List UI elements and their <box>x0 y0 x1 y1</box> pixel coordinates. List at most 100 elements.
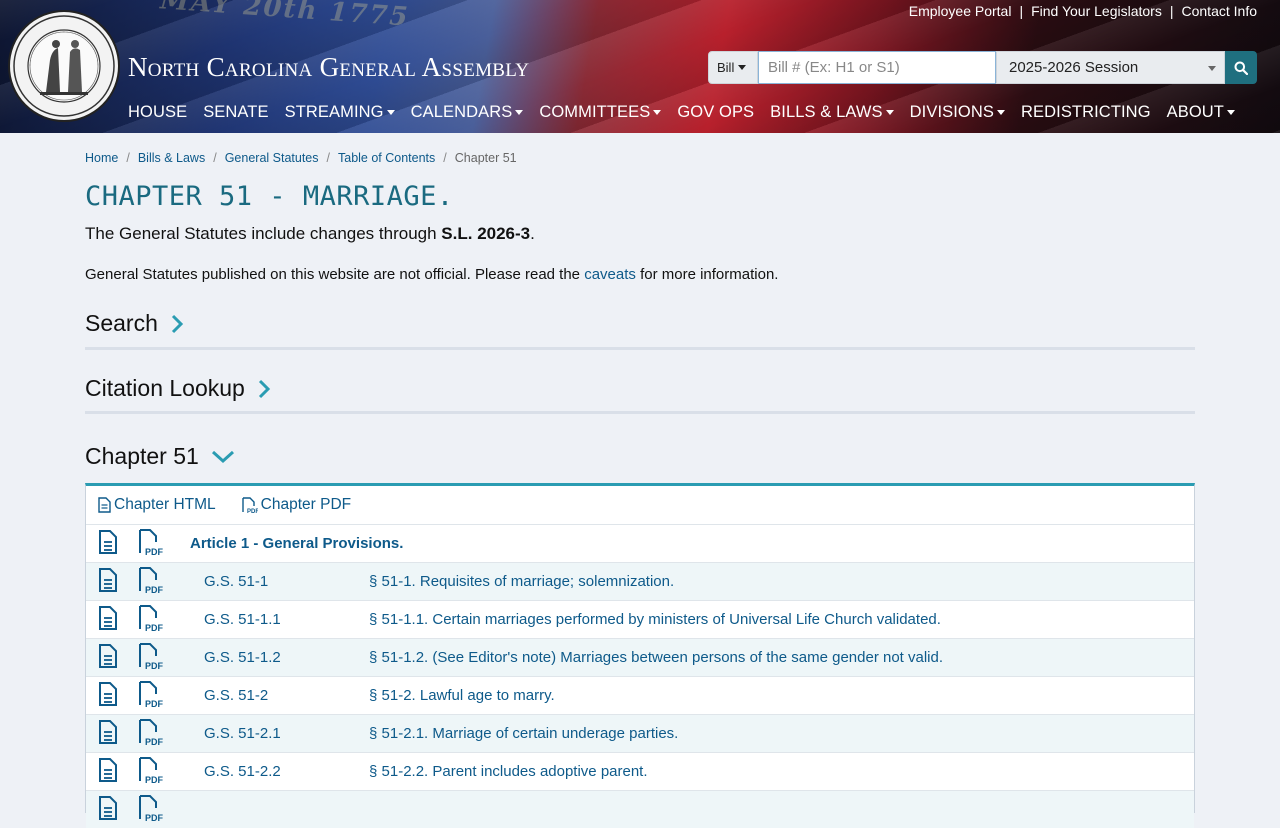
section-link[interactable]: § 51-1.2. (See Editor's note) Marriages … <box>369 649 943 666</box>
section-link[interactable]: § 51-1. Requisites of marriage; solemniz… <box>369 573 674 590</box>
nav-label: BILLS & LAWS <box>770 103 882 121</box>
section-cell: § 51-2. Lawful age to marry. <box>369 677 1194 715</box>
section-link[interactable]: § 51-1.1. Certain marriages performed by… <box>369 611 941 628</box>
gs-number[interactable]: G.S. 51-2 <box>190 677 369 715</box>
article-link[interactable]: Article 1 - General Provisions. <box>190 535 403 552</box>
chapter-pdf-link[interactable]: PDF Chapter PDF <box>242 496 351 514</box>
search-type-label: Bill <box>717 60 734 75</box>
file-text-icon[interactable] <box>98 618 118 635</box>
search-type-dropdown[interactable]: Bill <box>708 51 758 84</box>
breadcrumb-current: Chapter 51 <box>455 151 517 165</box>
section-link[interactable]: § 51-2.1. Marriage of certain underage p… <box>369 725 678 742</box>
chevron-right-icon <box>170 313 184 335</box>
html-cell <box>86 563 138 601</box>
gs-number[interactable]: G.S. 51-1.1 <box>190 601 369 639</box>
disclaimer-suffix: for more information. <box>636 266 779 283</box>
file-pdf-icon[interactable]: PDF <box>138 809 164 826</box>
gs-number[interactable] <box>190 791 369 828</box>
page-title: CHAPTER 51 - MARRIAGE. <box>85 181 454 212</box>
nav-house[interactable]: HOUSE <box>128 103 187 122</box>
chapter-html-link[interactable]: Chapter HTML <box>98 496 216 514</box>
section-cell <box>369 791 1194 828</box>
chapter-section-toggle[interactable]: Chapter 51 <box>85 443 235 470</box>
chevron-down-icon <box>1227 110 1235 115</box>
table-row: PDF G.S. 51-1.1 § 51-1.1. Certain marria… <box>86 601 1194 639</box>
nav-committees[interactable]: COMMITTEES <box>539 103 661 122</box>
pdf-cell: PDF <box>138 639 190 677</box>
nav-redistricting[interactable]: REDISTRICTING <box>1021 103 1151 122</box>
search-section-toggle[interactable]: Search <box>85 310 184 337</box>
file-pdf-icon[interactable]: PDF <box>138 619 164 636</box>
pdf-cell: PDF <box>138 677 190 715</box>
breadcrumb-bills-laws[interactable]: Bills & Laws <box>138 151 205 165</box>
changes-prefix: The General Statutes include changes thr… <box>85 224 441 243</box>
gs-number[interactable]: G.S. 51-2.2 <box>190 753 369 791</box>
top-links: Employee Portal | Find Your Legislators … <box>909 3 1257 19</box>
nav-gov-ops[interactable]: GOV OPS <box>677 103 754 122</box>
file-text-icon[interactable] <box>98 732 118 749</box>
state-seal-logo[interactable] <box>8 10 120 122</box>
nav-bills-laws[interactable]: BILLS & LAWS <box>770 103 893 122</box>
chapter-download-bar: Chapter HTML PDF Chapter PDF <box>86 486 1194 524</box>
contact-info-link[interactable]: Contact Info <box>1182 3 1258 19</box>
file-text-icon[interactable] <box>98 770 118 787</box>
session-select[interactable]: 2025-2026 Session <box>996 51 1225 84</box>
nav-streaming[interactable]: STREAMING <box>285 103 395 122</box>
breadcrumb-table-of-contents[interactable]: Table of Contents <box>338 151 435 165</box>
nav-divisions[interactable]: DIVISIONS <box>910 103 1005 122</box>
citation-lookup-toggle[interactable]: Citation Lookup <box>85 375 271 402</box>
section-link[interactable]: § 51-2.2. Parent includes adoptive paren… <box>369 763 648 780</box>
gs-number[interactable]: G.S. 51-2.1 <box>190 715 369 753</box>
nav-label: SENATE <box>203 103 268 121</box>
chapter-html-label: Chapter HTML <box>114 496 216 514</box>
gs-number[interactable]: G.S. 51-1 <box>190 563 369 601</box>
file-pdf-icon[interactable]: PDF <box>138 543 164 560</box>
article-row: PDF Article 1 - General Provisions. <box>86 525 1194 563</box>
article-cell: Article 1 - General Provisions. <box>190 525 1194 563</box>
breadcrumb-separator: / <box>327 151 330 165</box>
chapter-pdf-label: Chapter PDF <box>261 496 351 514</box>
file-pdf-icon[interactable]: PDF <box>138 581 164 598</box>
employee-portal-link[interactable]: Employee Portal <box>909 3 1012 19</box>
search-section-title: Search <box>85 310 158 337</box>
nav-senate[interactable]: SENATE <box>203 103 268 122</box>
html-cell <box>86 639 138 677</box>
chevron-down-icon <box>387 110 395 115</box>
file-text-icon[interactable] <box>98 542 118 559</box>
find-legislators-link[interactable]: Find Your Legislators <box>1031 3 1162 19</box>
file-text-icon[interactable] <box>98 580 118 597</box>
chevron-down-icon <box>886 110 894 115</box>
section-divider <box>85 411 1195 414</box>
nav-label: STREAMING <box>285 103 384 121</box>
file-pdf-icon[interactable]: PDF <box>138 733 164 750</box>
pdf-cell: PDF <box>138 715 190 753</box>
site-title[interactable]: North Carolina General Assembly <box>128 52 529 83</box>
changes-note: The General Statutes include changes thr… <box>85 224 535 244</box>
caveats-link[interactable]: caveats <box>584 266 636 283</box>
file-text-icon[interactable] <box>98 694 118 711</box>
section-link[interactable]: § 51-2. Lawful age to marry. <box>369 687 555 704</box>
chevron-down-icon <box>211 449 235 465</box>
separator: | <box>1019 3 1023 19</box>
html-cell <box>86 753 138 791</box>
nav-calendars[interactable]: CALENDARS <box>411 103 524 122</box>
file-pdf-icon[interactable]: PDF <box>138 695 164 712</box>
file-pdf-icon[interactable]: PDF <box>138 657 164 674</box>
section-cell: § 51-1.1. Certain marriages performed by… <box>369 601 1194 639</box>
flag-banner-text: MAY 20th 1775 <box>159 0 410 33</box>
disclaimer-prefix: General Statutes published on this websi… <box>85 266 584 283</box>
table-row: PDF G.S. 51-2.2 § 51-2.2. Parent include… <box>86 753 1194 791</box>
svg-text:PDF: PDF <box>145 623 164 632</box>
gs-number[interactable]: G.S. 51-1.2 <box>190 639 369 677</box>
file-text-icon <box>98 497 111 513</box>
file-pdf-icon[interactable]: PDF <box>138 771 164 788</box>
file-text-icon[interactable] <box>98 656 118 673</box>
breadcrumb-home[interactable]: Home <box>85 151 118 165</box>
html-cell <box>86 525 138 563</box>
nav-about[interactable]: ABOUT <box>1167 103 1235 122</box>
search-button[interactable] <box>1225 51 1257 84</box>
pdf-cell: PDF <box>138 753 190 791</box>
bill-number-input[interactable] <box>758 51 996 84</box>
breadcrumb-general-statutes[interactable]: General Statutes <box>225 151 319 165</box>
file-text-icon[interactable] <box>98 808 118 825</box>
